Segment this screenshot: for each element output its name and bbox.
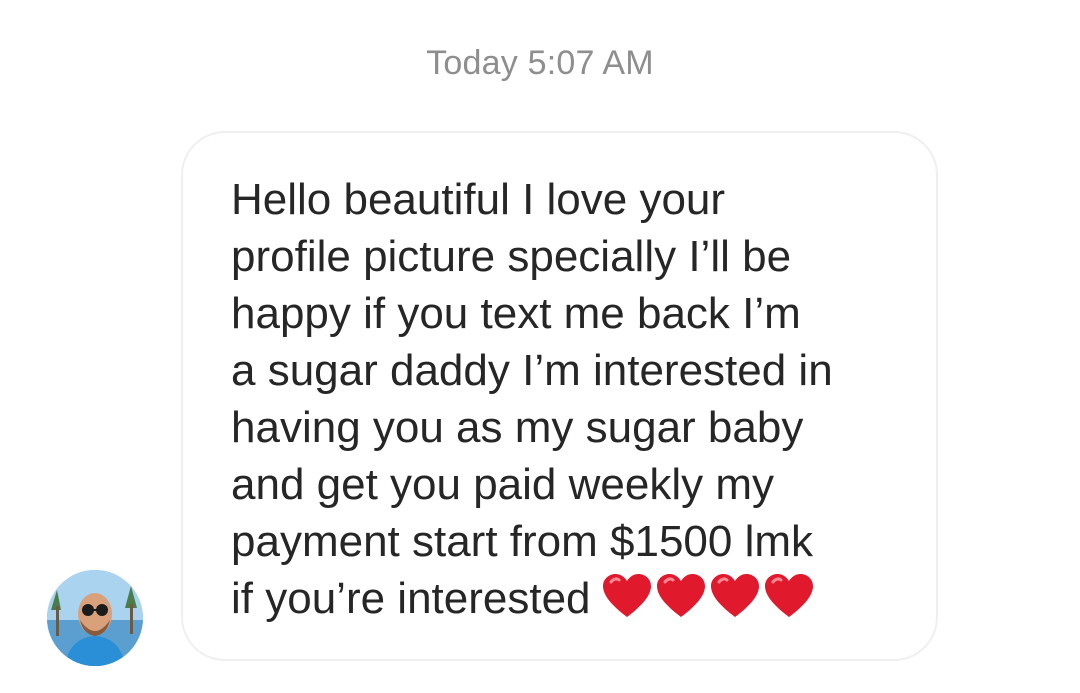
heart-emoji-row bbox=[601, 573, 817, 633]
message-body: Hello beautiful I love your profile pict… bbox=[231, 171, 911, 633]
message-bubble[interactable]: Hello beautiful I love your profile pict… bbox=[181, 131, 938, 661]
message-thread: Today 5:07 AM Hello beautiful I love you… bbox=[0, 0, 1080, 693]
heart-icon bbox=[656, 574, 705, 617]
avatar-photo bbox=[47, 570, 143, 666]
heart-icon bbox=[710, 574, 759, 617]
sender-avatar[interactable] bbox=[47, 570, 143, 666]
message-text: Hello beautiful I love your profile pict… bbox=[231, 175, 833, 623]
heart-icon bbox=[602, 574, 651, 617]
message-timestamp: Today 5:07 AM bbox=[426, 44, 654, 82]
heart-icon bbox=[764, 574, 813, 617]
